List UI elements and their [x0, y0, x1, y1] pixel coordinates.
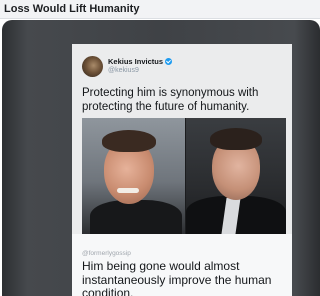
post-title-bar: Loss Would Lift Humanity: [0, 0, 320, 19]
tweet-display-name: Kekius Invictus: [108, 57, 164, 66]
reply-text: Him being gone would almost instantaneou…: [82, 259, 272, 296]
meme-image: Kekius Invictus @kekius9 Protecting him …: [72, 44, 292, 296]
post-title: Loss Would Lift Humanity: [4, 3, 140, 15]
reply-source: @formerlygossip: [82, 250, 131, 257]
tweet-photos: [82, 118, 286, 234]
tweet-author: Kekius Invictus: [108, 57, 173, 66]
tweet-card: Kekius Invictus @kekius9 Protecting him …: [72, 44, 292, 234]
verified-badge-icon: [165, 58, 173, 65]
photo-right: [186, 118, 286, 234]
avatar: [82, 56, 103, 77]
media-viewer[interactable]: Kekius Invictus @kekius9 Protecting him …: [2, 20, 320, 296]
tweet-text: Protecting him is synonymous with protec…: [82, 87, 259, 113]
tweet-handle: @kekius9: [108, 67, 139, 74]
photo-left: [82, 118, 185, 234]
